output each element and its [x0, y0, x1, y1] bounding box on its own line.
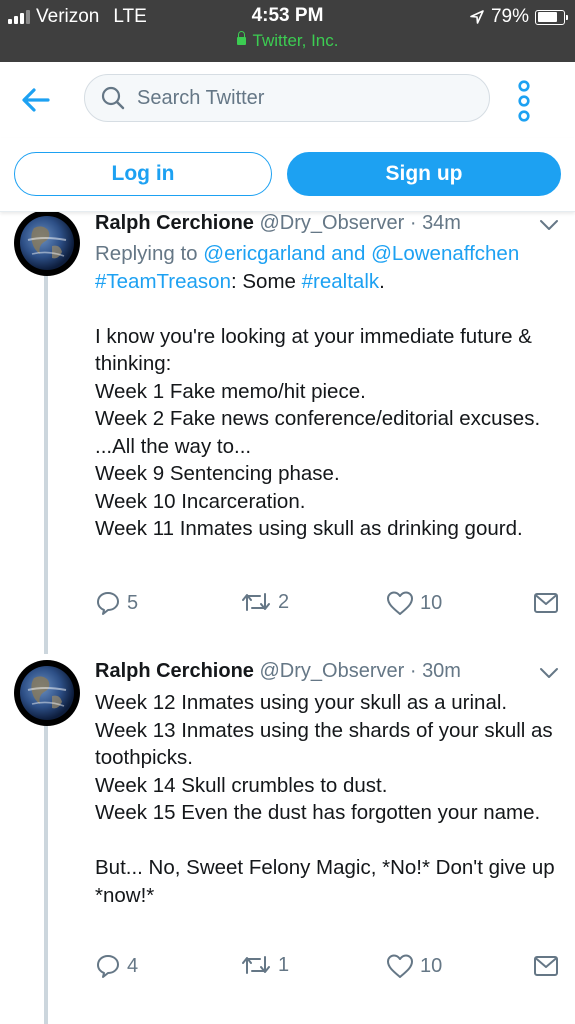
reply-context: Replying to @ericgarland and @Lowenaffch…	[95, 240, 565, 268]
text-line: Week 10 Incarceration.	[95, 489, 306, 513]
more-icon[interactable]	[512, 80, 536, 122]
battery-percent: 79%	[490, 6, 529, 27]
author-handle[interactable]: @Dry_Observer	[259, 660, 404, 682]
site-identity: Twitter, Inc.	[0, 31, 575, 51]
text-line: I know you're looking at your immediate …	[95, 324, 532, 376]
hashtag-link[interactable]: #TeamTreason	[95, 270, 231, 293]
text-line: ...All the way to...	[95, 434, 252, 458]
tweet-thread: Ralph Cerchione @Dry_Observer · 34m Repl…	[0, 212, 575, 1024]
battery-icon	[535, 9, 568, 25]
avatar[interactable]	[14, 660, 80, 726]
auth-bar: Log in Sign up	[0, 138, 575, 212]
chevron-down-icon[interactable]	[539, 218, 559, 232]
reply-button[interactable]: 5	[95, 590, 138, 616]
text-line: Week 13 Inmates using the shards of your…	[95, 718, 553, 770]
reply-button[interactable]: 4	[95, 953, 138, 979]
tweet-header: Ralph Cerchione @Dry_Observer · 30m	[95, 660, 461, 683]
author-name[interactable]: Ralph Cerchione	[95, 212, 254, 234]
chevron-down-icon[interactable]	[539, 666, 559, 680]
text-line: Week 2 Fake news conference/editorial ex…	[95, 407, 541, 430]
lock-icon	[236, 31, 246, 45]
like-count: 10	[420, 591, 443, 614]
top-navigation	[0, 62, 575, 138]
thread-connector	[44, 722, 48, 1024]
text-line: Week 11 Inmates using skull as drinking …	[95, 517, 523, 540]
tweet-actions: 5 2 10	[95, 590, 565, 620]
search-input[interactable]	[137, 86, 467, 110]
signup-button[interactable]: Sign up	[287, 152, 561, 196]
mention-and[interactable]: and	[331, 242, 365, 265]
text-line: Week 15 Even the dust has forgotten your…	[95, 801, 541, 824]
tweet-time[interactable]: 34m	[422, 212, 461, 234]
tweet-actions: 4 1 10	[95, 953, 565, 983]
retweet-count: 2	[278, 590, 290, 613]
text-fragment: .	[379, 269, 385, 293]
avatar[interactable]	[14, 212, 80, 276]
separator: ·	[409, 660, 417, 682]
message-icon[interactable]	[533, 592, 559, 614]
retweet-count: 1	[278, 953, 290, 976]
replying-label: Replying to	[95, 242, 198, 265]
text-line: Week 1 Fake memo/hit piece.	[95, 379, 366, 403]
tweet-time[interactable]: 30m	[422, 660, 461, 682]
tweet-header: Ralph Cerchione @Dry_Observer · 34m	[95, 212, 461, 235]
site-name: Twitter, Inc.	[252, 31, 339, 50]
login-button[interactable]: Log in	[14, 152, 272, 196]
retweet-icon	[242, 593, 270, 611]
tweet-text: Replying to @ericgarland and @Lowenaffch…	[95, 240, 565, 543]
mention-link[interactable]: @Lowenaffchen	[371, 242, 519, 265]
reply-icon	[97, 955, 119, 978]
reply-count: 4	[127, 954, 139, 977]
like-button[interactable]: 10	[386, 953, 442, 979]
text-fragment: : Some	[230, 269, 296, 293]
retweet-button[interactable]: 2	[240, 590, 289, 614]
text-line: Week 12 Inmates using your skull as a ur…	[95, 691, 508, 714]
retweet-button[interactable]: 1	[240, 953, 289, 977]
status-bar: Verizon LTE 4:53 PM Twitter, Inc. 79%	[0, 0, 575, 62]
tweet-intro: #TeamTreason: Some #realtalk.	[95, 268, 565, 296]
message-icon[interactable]	[533, 955, 559, 977]
tweet-text: Week 12 Inmates using your skull as a ur…	[95, 689, 565, 909]
search-box[interactable]	[84, 74, 490, 122]
battery-info: 79%	[469, 6, 568, 28]
text-line: Week 9 Sentencing phase.	[95, 462, 340, 485]
text-line: Week 14 Skull crumbles to dust.	[95, 773, 388, 797]
separator: ·	[409, 212, 417, 234]
thread-connector	[44, 270, 48, 654]
author-name[interactable]: Ralph Cerchione	[95, 660, 254, 682]
hashtag-link[interactable]: #realtalk	[302, 270, 380, 293]
like-count: 10	[420, 954, 443, 977]
text-line: But... No, Sweet Felony Magic, *No!* Don…	[95, 856, 555, 907]
retweet-icon	[242, 956, 270, 974]
reply-count: 5	[127, 591, 139, 614]
mention-link[interactable]: @ericgarland	[203, 242, 325, 265]
like-icon	[387, 591, 413, 615]
location-arrow-icon	[470, 10, 484, 24]
author-handle[interactable]: @Dry_Observer	[259, 212, 404, 234]
like-icon	[387, 954, 413, 978]
like-button[interactable]: 10	[386, 590, 442, 616]
reply-icon	[97, 592, 119, 615]
search-icon	[101, 86, 125, 110]
back-arrow-icon[interactable]	[18, 82, 54, 118]
